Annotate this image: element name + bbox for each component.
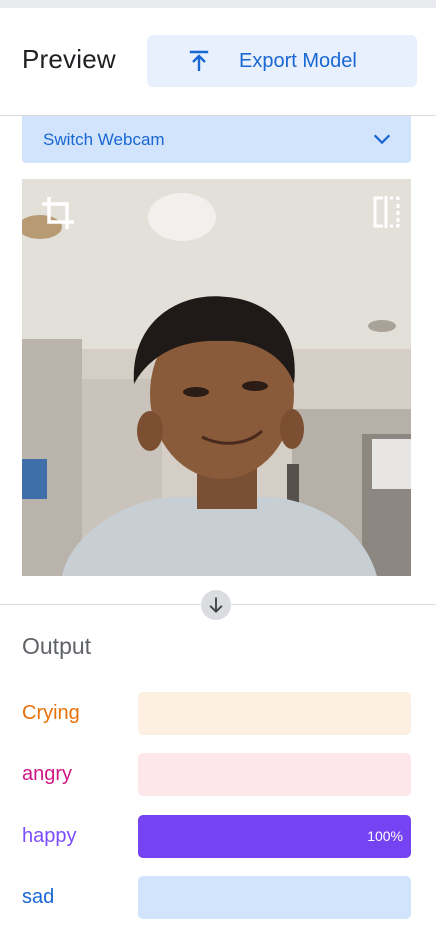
top-strip: [0, 0, 436, 8]
class-row-sad: sad: [22, 876, 411, 919]
class-label: angry: [22, 763, 73, 785]
confidence-bar: [138, 692, 411, 735]
webcam-feed: [22, 179, 411, 576]
class-label: sad: [22, 886, 55, 908]
class-label: happy: [22, 825, 77, 847]
preview-panel: Preview Export Model Switch Webcam Outpu…: [0, 0, 436, 942]
class-row-angry: angry: [22, 753, 411, 796]
export-model-label: Export Model: [239, 49, 357, 72]
arrow-down-icon: [209, 597, 223, 613]
preview-header: Preview Export Model: [0, 8, 436, 116]
output-title: Output: [22, 633, 92, 659]
chevron-down-icon: [373, 134, 391, 145]
scroll-down-button[interactable]: [201, 590, 231, 620]
upload-icon: [189, 50, 209, 71]
class-row-happy: happy 100%: [22, 815, 411, 858]
switch-webcam-label: Switch Webcam: [43, 129, 165, 149]
confidence-bar: 100%: [138, 815, 411, 858]
preview-title: Preview: [22, 44, 116, 74]
webcam-image: [22, 179, 411, 576]
class-row-crying: Crying: [22, 692, 411, 735]
confidence-bar: [138, 753, 411, 796]
confidence-value: 100%: [367, 828, 403, 844]
switch-webcam-dropdown[interactable]: Switch Webcam: [22, 116, 411, 163]
export-model-button[interactable]: Export Model: [147, 35, 417, 87]
class-label: Crying: [22, 702, 80, 724]
crop-icon[interactable]: [40, 195, 76, 231]
flip-camera-icon[interactable]: [371, 195, 401, 229]
confidence-bar: [138, 876, 411, 919]
